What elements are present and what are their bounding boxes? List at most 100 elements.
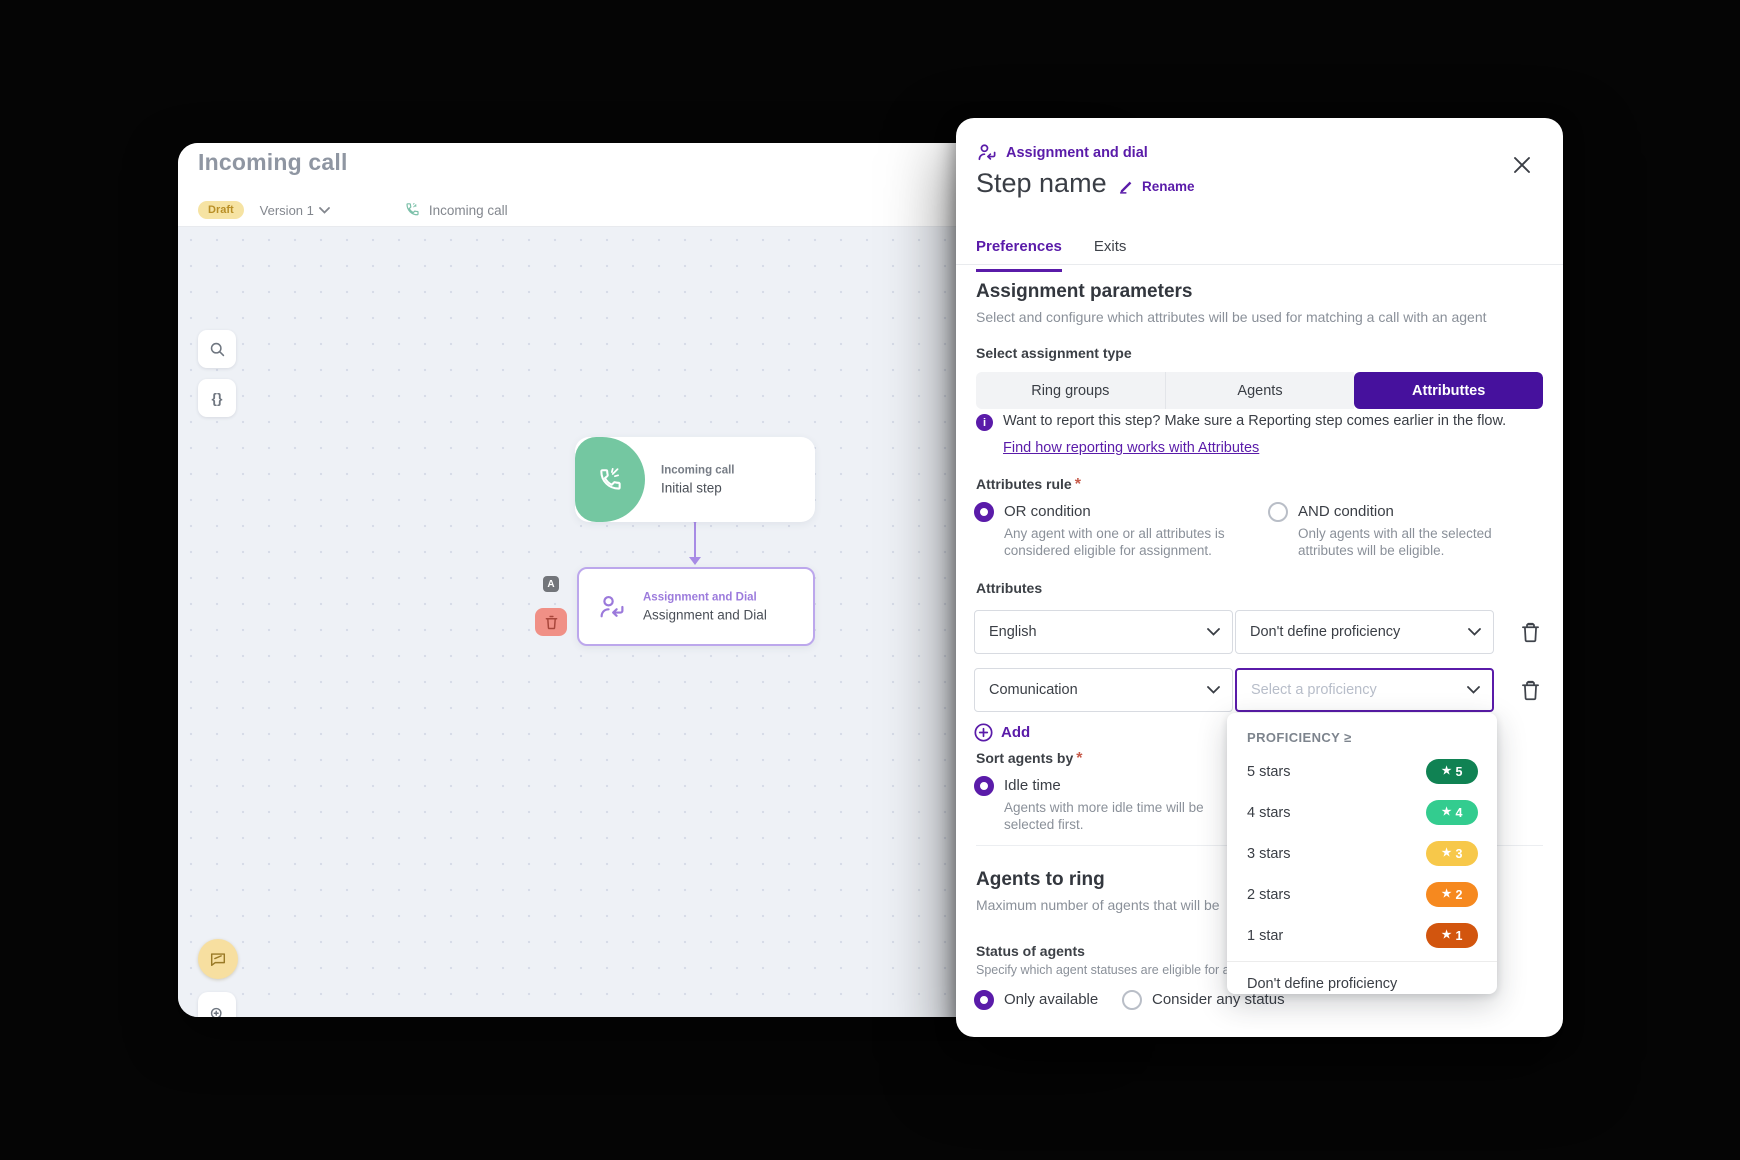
rename-button[interactable]: Rename [1118, 178, 1195, 195]
breadcrumb-label: Incoming call [429, 203, 508, 218]
radio-only-available[interactable]: Only available [974, 990, 1098, 1010]
tab-preferences[interactable]: Preferences [976, 238, 1062, 272]
chevron-down-icon [1207, 686, 1220, 694]
radio-description: Only agents with all the selected attrib… [1298, 525, 1538, 559]
required-asterisk: * [1076, 750, 1082, 767]
tab-exits[interactable]: Exits [1094, 238, 1127, 272]
attribute-select-2[interactable]: Comunication [974, 668, 1233, 712]
menu-item-label: 5 stars [1247, 764, 1291, 780]
close-button[interactable] [1508, 151, 1536, 179]
assignment-icon [597, 593, 627, 621]
info-banner: i Want to report this step? Make sure a … [976, 413, 1506, 431]
status-of-agents-description: Specify which agent statuses are eligibl… [976, 963, 1230, 977]
edit-icon [1118, 178, 1135, 195]
dropdown-header: PROFICIENCY ≥ [1227, 721, 1497, 751]
radio-description: Agents with more idle time will be selec… [1004, 799, 1234, 833]
star-icon: ★ [1442, 766, 1452, 777]
canvas-variables-button[interactable]: {} [198, 379, 236, 417]
star-icon: ★ [1442, 930, 1452, 941]
add-attribute-button[interactable]: Add [974, 723, 1030, 742]
feedback-button[interactable] [198, 939, 238, 979]
agents-to-ring-description: Maximum number of agents that will be [976, 897, 1220, 913]
step-type-label: Assignment and dial [1006, 145, 1148, 161]
delete-attribute-row-2-button[interactable] [1517, 677, 1543, 703]
flow-meta-row: Draft Version 1 Incoming call [198, 200, 508, 220]
star-badge: ★3 [1426, 841, 1478, 866]
canvas-search-button[interactable] [198, 330, 236, 368]
delete-attribute-row-1-button[interactable] [1517, 619, 1543, 645]
proficiency-dropdown-menu: PROFICIENCY ≥ 5 stars ★5 4 stars ★4 3 st… [1227, 713, 1497, 994]
star-icon: ★ [1442, 848, 1452, 859]
step-settings-panel: Assignment and dial Step name Rename Pre… [956, 118, 1563, 1037]
step-type-header: Assignment and dial [976, 142, 1148, 163]
node-name: Initial step [661, 480, 735, 495]
menu-item-label: 3 stars [1247, 846, 1291, 862]
star-icon: ★ [1442, 889, 1452, 900]
radio-description: Any agent with one or all attributes is … [1004, 525, 1254, 559]
segment-ring-groups[interactable]: Ring groups [976, 372, 1165, 409]
menu-item-2-stars[interactable]: 2 stars ★2 [1227, 874, 1497, 915]
node-name: Assignment and Dial [643, 607, 767, 622]
page-title: Incoming call [198, 149, 348, 176]
info-text: Want to report this step? Make sure a Re… [1003, 413, 1506, 429]
badge-value: 4 [1455, 806, 1462, 820]
radio-label: Only available [1004, 991, 1098, 1008]
badge-value: 2 [1455, 888, 1462, 902]
delete-node-button[interactable] [535, 608, 567, 636]
badge-value: 5 [1455, 765, 1462, 779]
attributes-rule-label: Attributes rule* [976, 476, 1081, 494]
attribute-select-1[interactable]: English [974, 610, 1233, 654]
version-selector[interactable]: Version 1 [260, 203, 330, 218]
star-badge: ★2 [1426, 882, 1478, 907]
breadcrumb: Incoming call [404, 202, 508, 219]
trash-icon [545, 615, 558, 630]
radio-and-condition[interactable]: AND condition Only agents with all the s… [1268, 502, 1548, 559]
agents-to-ring-title: Agents to ring [976, 869, 1105, 891]
info-icon: i [976, 414, 993, 431]
section-description: Select and configure which attributes wi… [976, 309, 1487, 325]
version-label: Version 1 [260, 203, 314, 218]
menu-item-3-stars[interactable]: 3 stars ★3 [1227, 833, 1497, 874]
proficiency-select-2[interactable]: Select a proficiency [1235, 668, 1494, 712]
panel-tabs: Preferences Exits [976, 238, 1158, 272]
phone-icon [597, 467, 623, 493]
radio-or-condition[interactable]: OR condition Any agent with one or all a… [974, 502, 1254, 559]
chevron-down-icon [1207, 628, 1220, 636]
canvas-zoom-toolbar [198, 992, 236, 1017]
menu-item-label: 2 stars [1247, 887, 1291, 903]
trash-icon [1521, 680, 1540, 701]
radio-unselected-icon [1268, 502, 1288, 522]
star-badge: ★1 [1426, 923, 1478, 948]
radio-idle-time[interactable]: Idle time Agents with more idle time wil… [974, 776, 1254, 833]
radio-unselected-icon [1122, 990, 1142, 1010]
zoom-in-button[interactable] [202, 999, 232, 1017]
required-asterisk: * [1075, 476, 1081, 493]
menu-item-4-stars[interactable]: 4 stars ★4 [1227, 792, 1497, 833]
radio-selected-icon [974, 502, 994, 522]
segment-attributes[interactable]: Attributtes [1354, 372, 1543, 409]
assignment-icon [976, 142, 998, 163]
radio-label: Idle time [1004, 777, 1234, 794]
attribute-value: Comunication [989, 682, 1078, 698]
chevron-down-icon [1468, 628, 1481, 636]
segment-agents[interactable]: Agents [1165, 372, 1355, 409]
reporting-help-link[interactable]: Find how reporting works with Attributes [1003, 440, 1259, 456]
menu-item-label: 1 star [1247, 928, 1283, 944]
section-title: Assignment parameters [976, 281, 1192, 303]
menu-item-label: 4 stars [1247, 805, 1291, 821]
menu-item-dont-define-proficiency[interactable]: Don't define proficiency [1227, 961, 1497, 1005]
node-incoming-call[interactable]: Incoming call Initial step [575, 437, 815, 522]
add-icon [974, 723, 993, 742]
menu-item-5-stars[interactable]: 5 stars ★5 [1227, 751, 1497, 792]
attribute-value: English [989, 624, 1037, 640]
badge-value: 3 [1455, 847, 1462, 861]
proficiency-select-1[interactable]: Don't define proficiency [1235, 610, 1494, 654]
zoom-in-icon [209, 1006, 226, 1017]
screenshot-root: Incoming call Draft Version 1 Incoming c… [0, 0, 1740, 1160]
chevron-down-icon [1467, 686, 1480, 694]
radio-label: OR condition [1004, 503, 1254, 520]
node-assignment-and-dial[interactable]: Assignment and Dial Assignment and Dial [577, 567, 815, 646]
star-icon: ★ [1442, 807, 1452, 818]
menu-item-1-star[interactable]: 1 star ★1 [1227, 915, 1497, 956]
node-incoming-call-icon-block [575, 437, 645, 522]
